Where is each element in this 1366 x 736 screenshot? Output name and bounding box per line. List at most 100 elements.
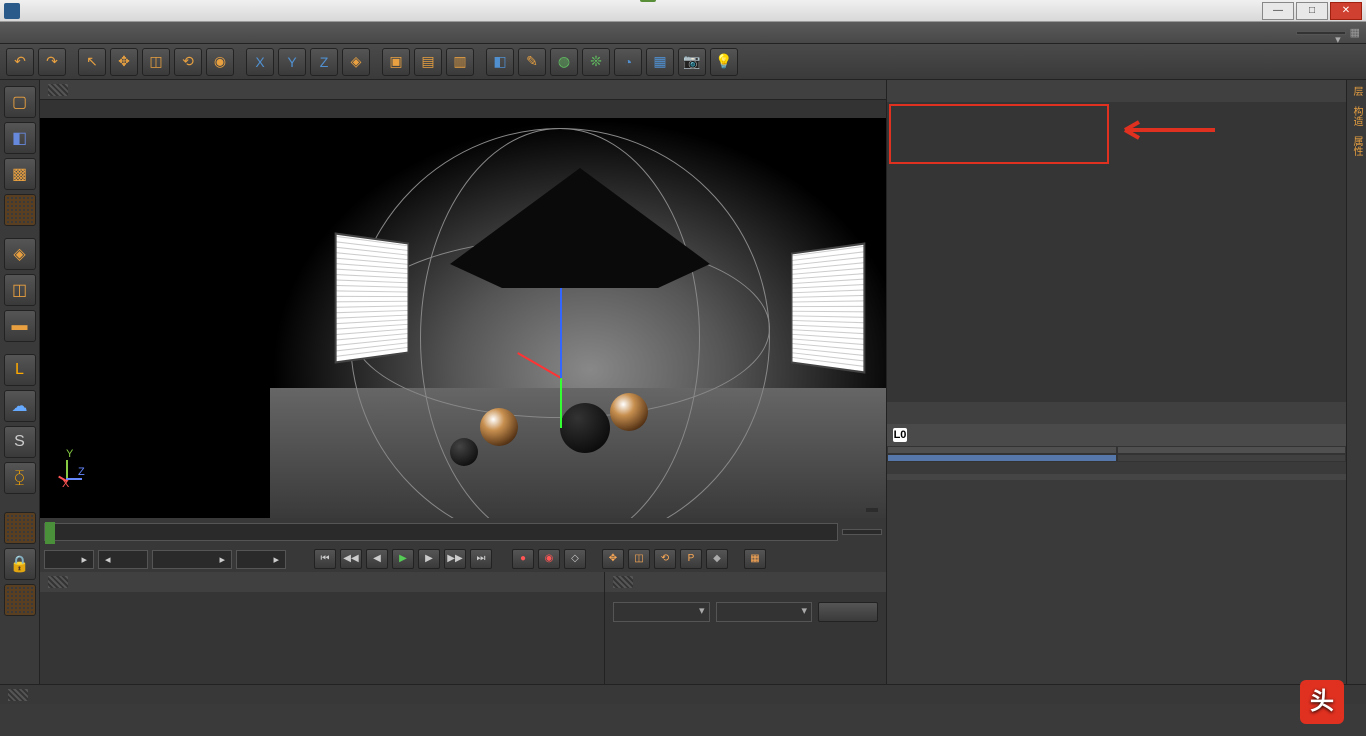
y-axis-button[interactable]: Y xyxy=(278,48,306,76)
tab-coord[interactable] xyxy=(1117,446,1347,454)
scale-tool[interactable]: ◫ xyxy=(142,48,170,76)
left-palette: ▢ ◧ ▩ ◈ ◫ ▬ L ☁ S ⧲ 🔒 xyxy=(0,80,40,684)
key-pla-button[interactable]: ◆ xyxy=(706,549,728,569)
playback-bar: ▸ ◂ ▸ ▸ ⏮ ◀◀ ◀ ▶ ▶ ▶▶ ⏭ ● ◉ ◇ ✥ ◫ ⟲ P ◆ … xyxy=(40,546,886,572)
section-light-options[interactable] xyxy=(895,482,1342,488)
next-frame-button[interactable]: ▶ xyxy=(418,549,440,569)
timeline[interactable] xyxy=(40,518,886,546)
sphere-1 xyxy=(480,408,518,446)
annotation-arrow-icon xyxy=(1115,118,1215,142)
minimize-button[interactable]: — xyxy=(1262,2,1294,20)
sphere-2 xyxy=(560,403,610,453)
render-settings-button[interactable]: ▥ xyxy=(446,48,474,76)
dock-tab-3[interactable]: 属性 xyxy=(1349,136,1364,156)
dock-tab-1[interactable]: 层 xyxy=(1349,86,1364,96)
key-rot-button[interactable]: ⟲ xyxy=(654,549,676,569)
rotate-tool[interactable]: ⟲ xyxy=(174,48,202,76)
viewport-label xyxy=(40,100,886,118)
move-tool[interactable]: ✥ xyxy=(110,48,138,76)
undo-button[interactable]: ↶ xyxy=(6,48,34,76)
dock-tab-2[interactable]: 构造 xyxy=(1349,106,1364,126)
close-button[interactable]: ✕ xyxy=(1330,2,1362,20)
spline-button[interactable]: ✎ xyxy=(518,48,546,76)
panel-grip-icon[interactable] xyxy=(48,576,68,588)
frame-end-field[interactable]: ▸ xyxy=(236,550,286,569)
redo-button[interactable]: ↷ xyxy=(38,48,66,76)
viewport-menu xyxy=(40,80,886,100)
layout-dropdown[interactable] xyxy=(1296,31,1346,35)
tab-object[interactable] xyxy=(887,454,1117,462)
lock-button[interactable]: 🔒 xyxy=(4,548,36,580)
key-pos-button[interactable]: ✥ xyxy=(602,549,624,569)
key-scale-button[interactable]: ◫ xyxy=(628,549,650,569)
prev-key-button[interactable]: ◀◀ xyxy=(340,549,362,569)
autokey-button[interactable]: ◉ xyxy=(538,549,560,569)
goto-end-button[interactable]: ⏭ xyxy=(470,549,492,569)
planar-button[interactable] xyxy=(4,584,36,616)
panel-grip-icon[interactable] xyxy=(48,84,68,96)
tab-softbox-controls[interactable] xyxy=(1117,454,1347,462)
section-object-props xyxy=(895,466,1342,472)
x-axis-button[interactable]: X xyxy=(246,48,274,76)
timeline-end-field[interactable] xyxy=(842,529,882,535)
tab-basic[interactable] xyxy=(887,446,1117,454)
deformer-button[interactable]: ❊ xyxy=(582,48,610,76)
section-softbox-controls xyxy=(887,474,1346,480)
magnet-button[interactable]: ⧲ xyxy=(4,462,36,494)
update-badge[interactable] xyxy=(640,0,656,2)
tweak-mode-button[interactable]: ☁ xyxy=(4,390,36,422)
sphere-3 xyxy=(610,393,648,431)
main-menu: ▦ xyxy=(0,22,1366,44)
snap-button[interactable]: S xyxy=(4,426,36,458)
size-mode-dropdown[interactable] xyxy=(716,602,813,622)
workplane2-button[interactable] xyxy=(4,512,36,544)
z-axis-button[interactable]: Z xyxy=(310,48,338,76)
key-param-button[interactable]: P xyxy=(680,549,702,569)
attribute-body xyxy=(887,462,1346,684)
make-editable-button[interactable]: ▢ xyxy=(4,86,36,118)
cube-primitive-button[interactable]: ◧ xyxy=(486,48,514,76)
select-tool[interactable]: ↖ xyxy=(78,48,106,76)
object-manager-tree[interactable] xyxy=(887,102,1346,402)
goto-start-button[interactable]: ⏮ xyxy=(314,549,336,569)
frame-out-field[interactable]: ▸ xyxy=(152,550,232,569)
render-view-button[interactable]: ▣ xyxy=(382,48,410,76)
keyframe-sel-button[interactable]: ◇ xyxy=(564,549,586,569)
environment-button[interactable]: ◔ xyxy=(614,48,642,76)
model-mode-button[interactable]: ◧ xyxy=(4,122,36,154)
record-button[interactable]: ● xyxy=(512,549,534,569)
workplane-button[interactable] xyxy=(4,194,36,226)
last-tool[interactable]: ◉ xyxy=(206,48,234,76)
light-button[interactable]: 💡 xyxy=(710,48,738,76)
prev-frame-button[interactable]: ◀ xyxy=(366,549,388,569)
axis-mode-button[interactable]: L xyxy=(4,354,36,386)
next-key-button[interactable]: ▶▶ xyxy=(444,549,466,569)
panel-grip-icon[interactable] xyxy=(613,576,633,588)
material-panel xyxy=(40,572,605,684)
point-mode-button[interactable]: ◈ xyxy=(4,238,36,270)
edge-mode-button[interactable]: ◫ xyxy=(4,274,36,306)
floor-button[interactable]: ▦ xyxy=(646,48,674,76)
coord-system-button[interactable]: ◈ xyxy=(342,48,370,76)
nav-gizmo[interactable]: YZX xyxy=(48,448,88,488)
sphere-4 xyxy=(450,438,478,466)
viewport-panel: YZX ▸ ◂ ▸ ▸ ⏮ ◀◀ ◀ ▶ ▶ ▶▶ xyxy=(40,80,886,684)
polygon-mode-button[interactable]: ▬ xyxy=(4,310,36,342)
frame-start-field[interactable]: ▸ xyxy=(44,550,94,569)
app-icon xyxy=(4,3,20,19)
timeline-dope-button[interactable]: ▦ xyxy=(744,549,766,569)
attr-tabs-2 xyxy=(887,454,1346,462)
play-button[interactable]: ▶ xyxy=(392,549,414,569)
generator-button[interactable]: ◍ xyxy=(550,48,578,76)
viewport-3d[interactable]: YZX xyxy=(40,118,886,518)
frame-in-field[interactable]: ◂ xyxy=(98,550,148,569)
coord-mode-dropdown[interactable] xyxy=(613,602,710,622)
texture-mode-button[interactable]: ▩ xyxy=(4,158,36,190)
maximize-button[interactable]: □ xyxy=(1296,2,1328,20)
layout-lock-icon[interactable]: ▦ xyxy=(1350,26,1360,39)
apply-button[interactable] xyxy=(818,602,878,622)
object-manager-menu xyxy=(887,80,1346,102)
camera-button[interactable]: 📷 xyxy=(678,48,706,76)
right-tab-dock: 层 构造 属性 xyxy=(1346,80,1366,684)
render-region-button[interactable]: ▤ xyxy=(414,48,442,76)
